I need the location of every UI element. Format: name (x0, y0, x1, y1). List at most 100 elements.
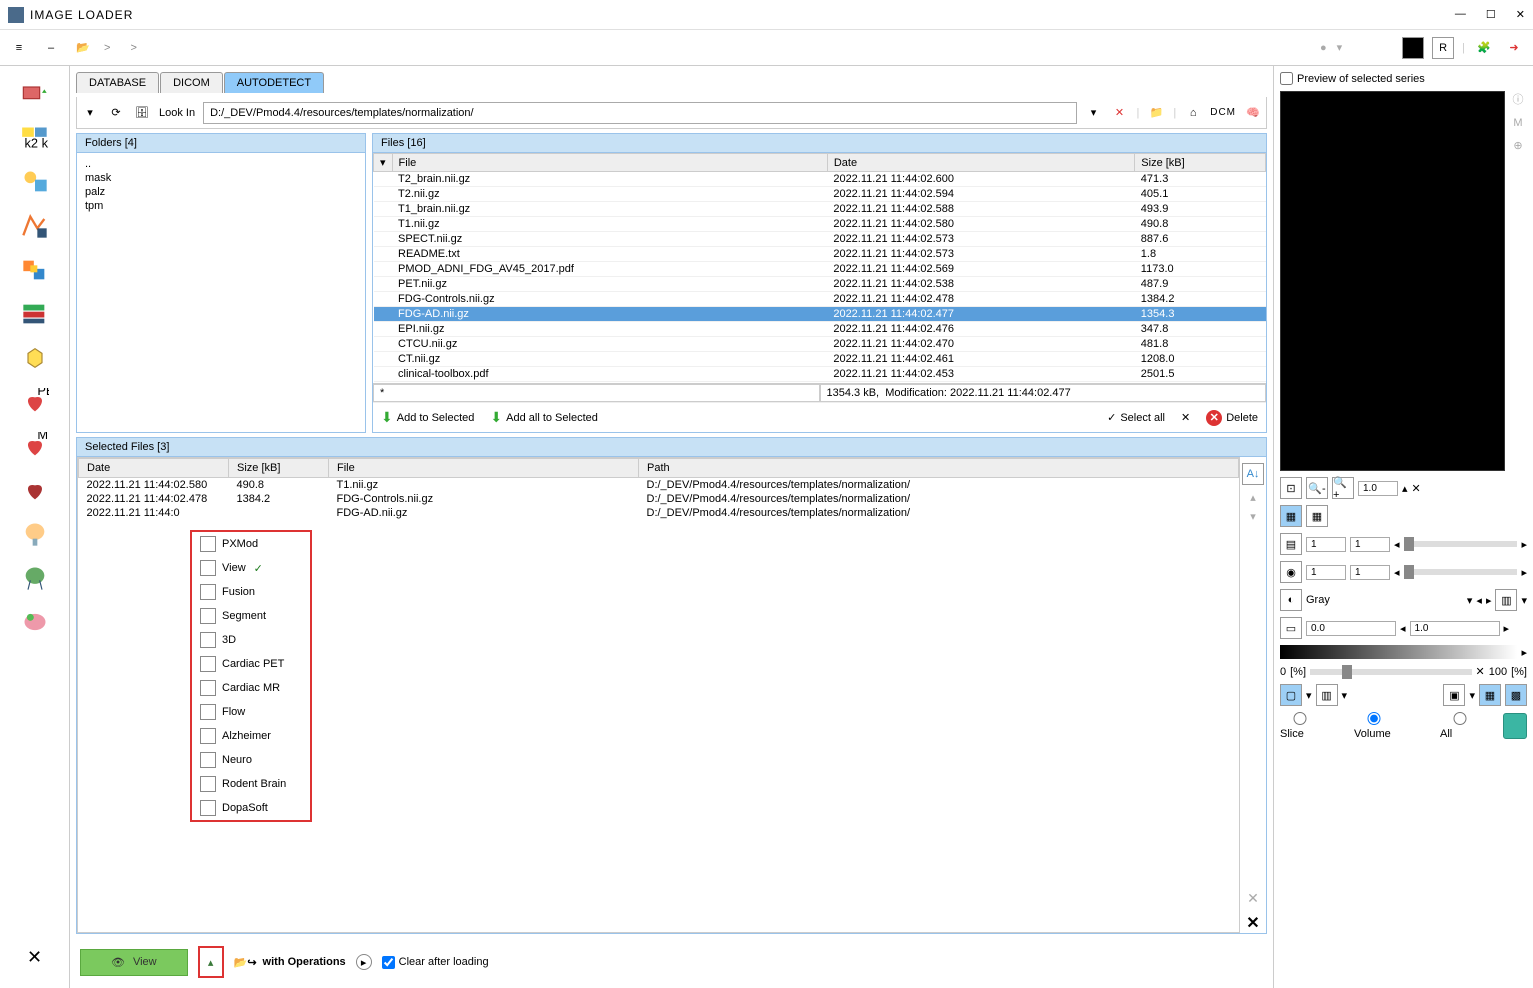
folder-up-icon[interactable]: 📁 (1147, 104, 1165, 122)
zoom-up-icon[interactable]: ▴ (1402, 482, 1408, 495)
sidebar-item-cardiac-pet[interactable]: PET (15, 384, 55, 420)
files-table-body[interactable]: ▾ File Date Size [kB] T2_brain.nii.gz202… (373, 153, 1266, 383)
tab-autodetect[interactable]: AUTODETECT (224, 72, 324, 93)
context-menu-item[interactable]: Cardiac PET (192, 652, 310, 676)
clear-checkbox[interactable] (382, 956, 395, 969)
sidebar-item-kinetic[interactable]: k2 k1 (15, 120, 55, 156)
next-frame-icon[interactable]: ▸ (1521, 566, 1527, 579)
palette-prev-icon[interactable]: ◂ (1476, 594, 1482, 607)
sidebar-item-load[interactable] (15, 76, 55, 112)
file-row[interactable]: README.txt2022.11.21 11:44:02.5731.8 (374, 247, 1266, 262)
next-slice-icon[interactable]: ▸ (1521, 538, 1527, 551)
dcm-label[interactable]: DCM (1210, 107, 1236, 118)
frame-icon[interactable]: ◉ (1280, 561, 1302, 583)
apply-icon[interactable] (1503, 713, 1527, 739)
prev-slice-icon[interactable]: ◂ (1394, 538, 1400, 551)
tool-3-icon[interactable]: ▣ (1443, 684, 1465, 706)
chevron-down-icon[interactable]: ▾ (1337, 41, 1343, 54)
sort-selected-icon[interactable]: A↓ (1242, 463, 1264, 485)
maximize-button[interactable]: ☐ (1486, 8, 1496, 21)
sort-icon[interactable]: ▾ (374, 154, 393, 172)
view-button[interactable]: 👁 View (80, 949, 188, 976)
lut-gradient[interactable] (1280, 645, 1517, 659)
menu-icon[interactable]: ≡ (8, 37, 30, 59)
palette-config-icon[interactable]: ▥ (1495, 589, 1517, 611)
select-all-button[interactable]: ✓Select all (1107, 411, 1165, 424)
close-button[interactable]: ✕ (1516, 8, 1525, 21)
clear-path-icon[interactable]: ✕ (1111, 104, 1129, 122)
terminal-icon[interactable] (1402, 37, 1424, 59)
clear-after-loading[interactable]: Clear after loading (382, 956, 489, 969)
context-menu-item[interactable]: PXMod (192, 532, 310, 556)
preview-checkbox-row[interactable]: Preview of selected series (1280, 72, 1527, 85)
col-size[interactable]: Size [kB] (1135, 154, 1266, 172)
reset-pct-icon[interactable]: ✕ (1476, 665, 1485, 678)
lut-marker-icon[interactable]: ▸ (1521, 646, 1527, 659)
all-radio[interactable]: All (1440, 712, 1491, 740)
context-menu-item[interactable]: Alzheimer (192, 724, 310, 748)
file-row[interactable]: EPI.nii.gz2022.11.21 11:44:02.476347.8 (374, 322, 1266, 337)
col-file[interactable]: File (392, 154, 827, 172)
tool-2-drop[interactable]: ▾ (1342, 689, 1348, 702)
sidebar-item-alzheimer[interactable] (15, 516, 55, 552)
frame-b-input[interactable] (1350, 565, 1390, 580)
sidebar-item-segment[interactable] (15, 296, 55, 332)
tab-database[interactable]: DATABASE (76, 72, 159, 93)
palette-dropdown2-icon[interactable]: ▾ (1521, 594, 1527, 607)
folders-list[interactable]: ..maskpalztpm (77, 153, 365, 432)
sidebar-item-view[interactable] (15, 208, 55, 244)
sidebar-item-rodent[interactable] (15, 604, 55, 640)
folder-item[interactable]: .. (85, 157, 357, 171)
add-to-selected-button[interactable]: ⬇Add to Selected (381, 409, 474, 426)
range-prev-icon[interactable]: ◂ (1400, 622, 1406, 635)
preview-checkbox[interactable] (1280, 72, 1293, 85)
range-lo-input[interactable] (1306, 621, 1396, 636)
sidebar-item-pxmod[interactable] (15, 164, 55, 200)
view-dropdown-button[interactable]: ▴ (198, 946, 224, 978)
zoom-input[interactable] (1358, 481, 1398, 496)
zoom-close-icon[interactable]: ✕ (1412, 482, 1421, 495)
selected-row[interactable]: 2022.11.21 11:44:0FDG-AD.nii.gzD:/_DEV/P… (79, 506, 1239, 520)
range-next-icon[interactable]: ▸ (1504, 622, 1510, 635)
selected-row[interactable]: 2022.11.21 11:44:02.580490.8T1.nii.gzD:/… (79, 478, 1239, 493)
deselect-icon[interactable]: ✕ (1181, 411, 1190, 424)
slice-icon[interactable]: ▤ (1280, 533, 1302, 555)
sidebar-item-3d[interactable] (15, 340, 55, 376)
context-menu-item[interactable]: Flow (192, 700, 310, 724)
path-input[interactable] (203, 102, 1076, 124)
r-button[interactable]: R (1432, 37, 1454, 59)
context-menu-item[interactable]: Segment (192, 604, 310, 628)
move-down-icon[interactable]: ▾ (1250, 510, 1256, 523)
refresh-icon[interactable]: ⟳ (107, 104, 125, 122)
sel-col-size[interactable]: Size [kB] (229, 459, 329, 478)
database-icon[interactable]: 🗄 (133, 104, 151, 122)
range-hi-input[interactable] (1410, 621, 1500, 636)
minimize-icon[interactable]: – (40, 37, 62, 59)
remove-selected-icon[interactable]: ✕ (1247, 890, 1259, 907)
zoom-reset-icon[interactable]: ⊡ (1280, 477, 1302, 499)
plugin-arrow-icon[interactable]: ➜ (1503, 37, 1525, 59)
context-menu-item[interactable]: View✓ (192, 556, 310, 580)
context-menu-item[interactable]: Fusion (192, 580, 310, 604)
file-row[interactable]: PMOD_ADNI_FDG_AV45_2017.pdf2022.11.21 11… (374, 262, 1266, 277)
frame-slider[interactable] (1404, 569, 1518, 575)
range-icon[interactable]: ▭ (1280, 617, 1302, 639)
path-dropdown-icon[interactable]: ▾ (1085, 104, 1103, 122)
file-row[interactable]: FDG-AD.nii.gz2022.11.21 11:44:02.4771354… (374, 307, 1266, 322)
zoom-in-icon[interactable]: 🔍+ (1332, 477, 1354, 499)
sidebar-item-cardiac-mr[interactable]: MRI (15, 428, 55, 464)
tool-1-icon[interactable]: ▢ (1280, 684, 1302, 706)
file-row[interactable]: SPECT.nii.gz2022.11.21 11:44:02.573887.6 (374, 232, 1266, 247)
file-row[interactable]: CT.nii.gz2022.11.21 11:44:02.4611208.0 (374, 352, 1266, 367)
palette-dropdown-icon[interactable]: ▾ (1467, 594, 1473, 607)
col-date[interactable]: Date (827, 154, 1134, 172)
delete-button[interactable]: ✕Delete (1206, 410, 1258, 426)
sel-col-path[interactable]: Path (639, 459, 1239, 478)
move-up-icon[interactable]: ▴ (1250, 491, 1256, 504)
filter-input[interactable] (373, 384, 820, 402)
palette-icon[interactable]: ◐ (1280, 589, 1302, 611)
selected-row[interactable]: 2022.11.21 11:44:02.4781384.2FDG-Control… (79, 492, 1239, 506)
tool-3-drop[interactable]: ▾ (1469, 689, 1475, 702)
sidebar-close-icon[interactable]: ✕ (27, 947, 42, 968)
layout-2-icon[interactable]: ▦ (1306, 505, 1328, 527)
